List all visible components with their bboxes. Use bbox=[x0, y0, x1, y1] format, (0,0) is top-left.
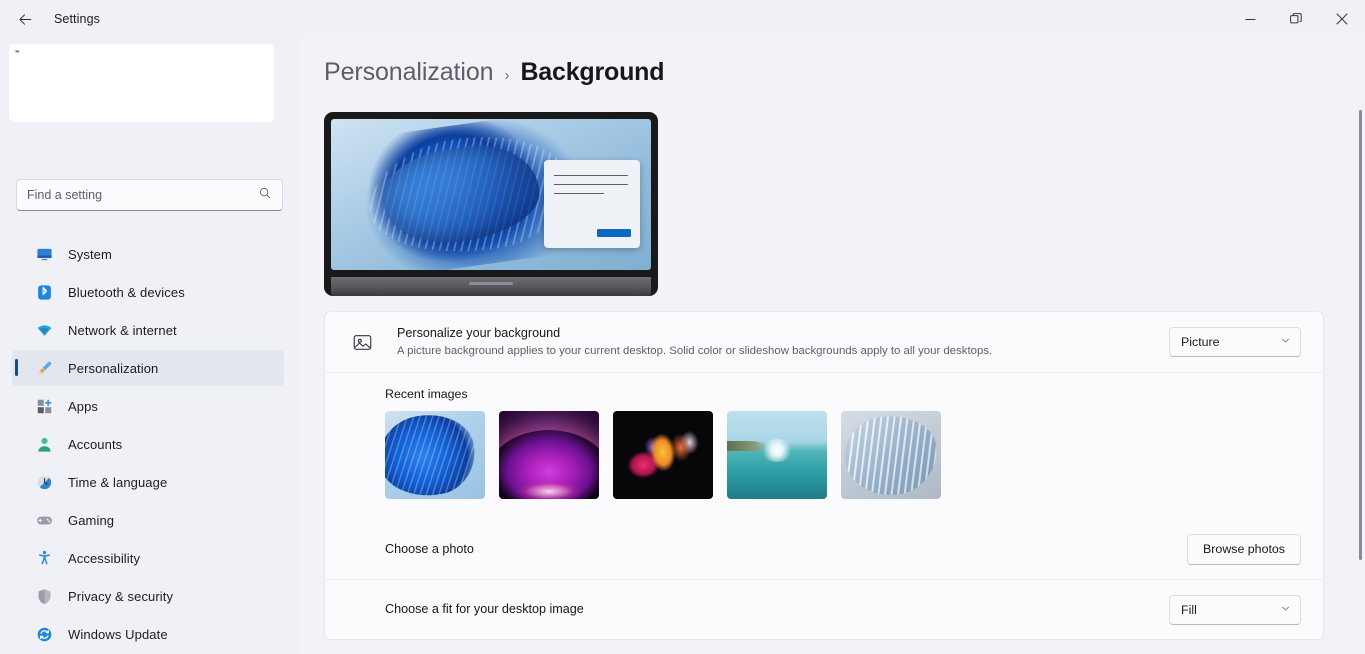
search-input[interactable] bbox=[27, 188, 258, 202]
search-box[interactable] bbox=[16, 179, 283, 211]
apps-icon bbox=[34, 396, 54, 416]
sidebar-item-label: System bbox=[68, 246, 112, 262]
sidebar-item-gaming[interactable]: Gaming bbox=[12, 502, 284, 538]
vertical-scrollbar[interactable] bbox=[1359, 110, 1362, 560]
sidebar-item-label: Bluetooth & devices bbox=[68, 284, 185, 300]
chevron-down-icon bbox=[1280, 603, 1291, 617]
sidebar: •• System Bluetooth & devices bbox=[0, 38, 300, 654]
sample-text-line bbox=[554, 193, 604, 195]
sidebar-item-windows-update[interactable]: Windows Update bbox=[12, 616, 284, 652]
close-icon bbox=[1336, 13, 1348, 25]
image-icon bbox=[347, 332, 377, 353]
sidebar-item-personalization[interactable]: Personalization bbox=[12, 350, 284, 386]
choose-fit-row: Choose a fit for your desktop image Fill bbox=[325, 579, 1323, 639]
restore-icon bbox=[1290, 13, 1302, 24]
shield-icon bbox=[34, 586, 54, 606]
breadcrumb-separator-icon: › bbox=[504, 67, 510, 84]
sidebar-item-accounts[interactable]: Accounts bbox=[12, 426, 284, 462]
personalize-background-title: Personalize your background bbox=[397, 325, 561, 340]
sidebar-item-accessibility[interactable]: Accessibility bbox=[12, 540, 284, 576]
back-button[interactable] bbox=[8, 4, 42, 34]
update-icon bbox=[34, 624, 54, 644]
recent-image-thumbnail-purple-glow-arc[interactable] bbox=[499, 411, 599, 499]
main-content: Personalization › Background Personalize… bbox=[300, 38, 1365, 654]
sidebar-item-system[interactable]: System bbox=[12, 236, 284, 272]
profile-placeholder-glyph: •• bbox=[15, 47, 20, 56]
monitor-notch bbox=[469, 282, 513, 285]
background-type-combobox[interactable]: Picture bbox=[1169, 327, 1301, 357]
arrow-left-icon bbox=[19, 13, 31, 25]
search-icon bbox=[258, 186, 272, 205]
choose-fit-label: Choose a fit for your desktop image bbox=[385, 602, 584, 617]
sidebar-item-label: Privacy & security bbox=[68, 588, 174, 604]
preview-sample-window bbox=[544, 160, 640, 248]
recent-image-thumbnail-lake-sunrise[interactable] bbox=[727, 411, 827, 499]
choose-photo-text: Choose a photo bbox=[385, 540, 1187, 558]
recent-image-thumbnail-windows-bloom-blue[interactable] bbox=[385, 411, 485, 499]
chevron-down-icon bbox=[1280, 335, 1291, 349]
clock-icon bbox=[34, 472, 54, 492]
sample-accent-button bbox=[597, 229, 631, 237]
wifi-icon bbox=[34, 320, 54, 340]
recent-images-section: Recent images bbox=[325, 372, 1323, 519]
personalize-background-subtitle: A picture background applies to your cur… bbox=[397, 345, 993, 358]
bluetooth-icon bbox=[34, 282, 54, 302]
sample-text-line bbox=[554, 175, 628, 177]
sidebar-item-bluetooth-devices[interactable]: Bluetooth & devices bbox=[12, 274, 284, 310]
title-bar: Settings bbox=[0, 0, 1365, 38]
sidebar-item-label: Network & internet bbox=[68, 322, 177, 338]
breadcrumb: Personalization › Background bbox=[324, 58, 664, 87]
sidebar-item-apps[interactable]: Apps bbox=[12, 388, 284, 424]
background-settings-card: Personalize your background A picture ba… bbox=[324, 311, 1324, 640]
sidebar-item-label: Personalization bbox=[68, 360, 159, 376]
gamepad-icon bbox=[34, 510, 54, 530]
page-title: Background bbox=[520, 58, 665, 86]
monitor-base bbox=[331, 277, 651, 296]
sample-text-line bbox=[554, 184, 628, 186]
recent-image-thumbnail-abstract-flower-dark[interactable] bbox=[613, 411, 713, 499]
background-preview-monitor bbox=[324, 112, 658, 296]
sidebar-item-network-internet[interactable]: Network & internet bbox=[12, 312, 284, 348]
sidebar-item-label: Windows Update bbox=[68, 626, 168, 642]
minimize-button[interactable] bbox=[1227, 0, 1273, 38]
background-type-value: Picture bbox=[1181, 335, 1220, 349]
sidebar-item-label: Accessibility bbox=[68, 550, 141, 566]
sidebar-nav: System Bluetooth & devices Network & int… bbox=[0, 234, 300, 654]
recent-image-thumbnail-bloom-light-blue[interactable] bbox=[841, 411, 941, 499]
desktop-fit-combobox[interactable]: Fill bbox=[1169, 594, 1301, 625]
sidebar-item-privacy-security[interactable]: Privacy & security bbox=[12, 578, 284, 614]
desktop-fit-value: Fill bbox=[1181, 602, 1197, 617]
minimize-icon bbox=[1245, 18, 1255, 20]
app-title: Settings bbox=[54, 12, 100, 26]
sidebar-item-label: Accounts bbox=[68, 436, 123, 452]
choose-fit-text: Choose a fit for your desktop image bbox=[385, 600, 1169, 618]
close-button[interactable] bbox=[1319, 0, 1365, 38]
preview-screen bbox=[331, 119, 651, 270]
choose-photo-row: Choose a photo Browse photos bbox=[325, 519, 1323, 579]
sidebar-item-label: Time & language bbox=[68, 474, 168, 490]
sidebar-item-time-language[interactable]: Time & language bbox=[12, 464, 284, 500]
maximize-button[interactable] bbox=[1273, 0, 1319, 38]
personalize-background-text: Personalize your background A picture ba… bbox=[397, 324, 1169, 360]
paintbrush-icon bbox=[34, 358, 54, 378]
window-controls bbox=[1227, 0, 1365, 38]
sidebar-item-label: Gaming bbox=[68, 512, 115, 528]
person-icon bbox=[34, 434, 54, 454]
monitor-icon bbox=[34, 244, 54, 264]
sidebar-item-label: Apps bbox=[68, 398, 99, 414]
breadcrumb-parent[interactable]: Personalization bbox=[324, 58, 494, 87]
recent-images-label: Recent images bbox=[385, 387, 468, 401]
personalize-background-row: Personalize your background A picture ba… bbox=[325, 312, 1323, 372]
recent-images-list bbox=[385, 411, 1301, 499]
user-profile-card[interactable]: •• bbox=[9, 44, 274, 122]
browse-photos-button[interactable]: Browse photos bbox=[1187, 533, 1301, 565]
accessibility-icon bbox=[34, 548, 54, 568]
choose-photo-label: Choose a photo bbox=[385, 541, 474, 556]
